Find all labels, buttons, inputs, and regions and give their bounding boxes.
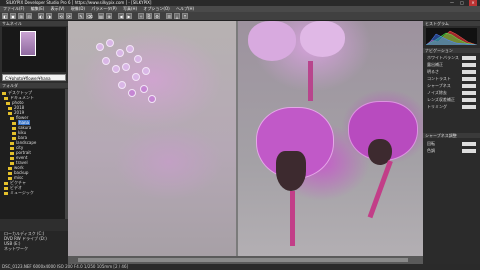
toolbar-button-18[interactable]: ☰: [166, 13, 172, 19]
menu-option[interactable]: オプション(O): [143, 6, 169, 11]
right-panel: ヒストグラム ナビゲーション ホワイトバランス 露出補正 明るさ コントラスト …: [423, 21, 480, 264]
left-panel: サムネイル C:¥photo¥flower¥hana フォルダ デスクトップ ド…: [0, 21, 68, 264]
param-value[interactable]: [462, 149, 476, 153]
flower-stem: [367, 160, 393, 219]
flower-bud: [102, 57, 110, 65]
flower-bud: [112, 65, 120, 73]
toolbar-button-9[interactable]: ✎: [78, 13, 84, 19]
histogram: [425, 28, 478, 46]
scroll-thumb[interactable]: [78, 258, 408, 262]
flower-bud: [148, 95, 156, 103]
tree-item[interactable]: ミュージック: [0, 190, 68, 195]
toolbar: ◧ ▣ ⊞ ⊟ ◐ ◑ ⟲ ⟳ ✎ ⌫ ▤ ⊕ ◀ ▶ ✧ ⎘ ⚙ ☰ ⤓ ⤒: [0, 12, 480, 21]
flower-petal: [300, 21, 345, 57]
param-row[interactable]: 回転: [425, 141, 478, 147]
toolbar-button-4[interactable]: ⊟: [26, 13, 32, 19]
previous-button[interactable]: ◀: [118, 13, 124, 19]
next-button[interactable]: ▶: [126, 13, 132, 19]
param-value[interactable]: [462, 91, 476, 95]
param-value[interactable]: [462, 70, 476, 74]
flower-bud: [122, 63, 130, 71]
toolbar-button-20[interactable]: ⤒: [182, 13, 188, 19]
status-bar: DSC_0123.NEF 6000x4000 ISO 200 F4.0 1/25…: [0, 264, 480, 270]
param-value[interactable]: [462, 142, 476, 146]
flower-bud: [132, 73, 140, 81]
section-header[interactable]: ナビゲーション: [423, 48, 480, 53]
folder-icon: [4, 191, 8, 195]
flower-stem: [308, 61, 313, 101]
drive-item[interactable]: ネットワーク: [0, 246, 68, 251]
flower-bud: [96, 43, 104, 51]
flower-bud: [116, 49, 124, 57]
flower-stem: [290, 191, 295, 246]
toolbar-button-19[interactable]: ⤓: [174, 13, 180, 19]
app-window: SILKYPIX Developer Studio Pro 6 [ https:…: [0, 0, 480, 270]
menu-file[interactable]: ファイル(F): [3, 6, 24, 11]
thumbnail-header: サムネイル: [0, 21, 68, 26]
flower-bud: [106, 39, 114, 47]
flower-bud: [134, 55, 142, 63]
param-row[interactable]: 色調: [425, 148, 478, 154]
toolbar-button-2[interactable]: ▣: [10, 13, 16, 19]
param-value[interactable]: [462, 56, 476, 60]
toolbar-button-5[interactable]: ◐: [38, 13, 44, 19]
param-row[interactable]: シャープネス: [425, 83, 478, 89]
param-row[interactable]: ホワイトバランス: [425, 55, 478, 61]
param-row[interactable]: トリミング: [425, 104, 478, 110]
thumbnail-area: [2, 27, 66, 72]
menu-view[interactable]: 表示(V): [51, 6, 65, 11]
toolbar-button-1[interactable]: ◧: [2, 13, 8, 19]
param-row[interactable]: 露出補正: [425, 62, 478, 68]
folder-tree: デスクトップ ドキュメント photo 2018 2019 flower han…: [0, 89, 68, 219]
toolbar-button-6[interactable]: ◑: [46, 13, 52, 19]
param-row[interactable]: 明るさ: [425, 69, 478, 75]
flower-bud: [126, 45, 134, 53]
param-value[interactable]: [462, 84, 476, 88]
photo-left[interactable]: [68, 21, 236, 256]
flower-bud: [118, 81, 126, 89]
toolbar-button-3[interactable]: ⊞: [18, 13, 24, 19]
thumbnail-image[interactable]: [20, 31, 36, 56]
param-row[interactable]: ノイズ除去: [425, 90, 478, 96]
preview-area: [68, 21, 423, 264]
toolbar-button-16[interactable]: ⎘: [146, 13, 152, 19]
param-row[interactable]: コントラスト: [425, 76, 478, 82]
rotate-right-button[interactable]: ⟳: [66, 13, 72, 19]
param-value[interactable]: [462, 63, 476, 67]
flower-bud: [140, 85, 148, 93]
menu-develop[interactable]: 現像(D): [71, 6, 85, 11]
settings-button[interactable]: ⚙: [154, 13, 160, 19]
toolbar-button-12[interactable]: ⊕: [106, 13, 112, 19]
flower-anthers: [276, 151, 306, 191]
menu-parameter[interactable]: パラメータ(P): [91, 6, 116, 11]
toolbar-button-10[interactable]: ⌫: [86, 13, 93, 19]
flower-bud: [142, 67, 150, 75]
menu-photo[interactable]: 写真(H): [123, 6, 137, 11]
rotate-left-button[interactable]: ⟲: [58, 13, 64, 19]
flower-bud: [128, 89, 136, 97]
menu-help[interactable]: ヘルプ(H): [176, 6, 194, 11]
section-header[interactable]: シャープネス調整: [423, 133, 480, 138]
histogram-graph: [425, 30, 478, 46]
drive-list: ローカルディスク (C:) DVD RW ドライブ (D:) USB (E:) …: [0, 231, 68, 264]
param-row[interactable]: レンズ収差補正: [425, 97, 478, 103]
param-value[interactable]: [462, 105, 476, 109]
path-input[interactable]: C:¥photo¥flower¥hana: [2, 74, 66, 81]
horizontal-scrollbar[interactable]: [68, 256, 423, 264]
window-title: SILKYPIX Developer Studio Pro 6 [ https:…: [6, 0, 152, 5]
toolbar-button-15[interactable]: ✧: [138, 13, 144, 19]
folder-tree-header: フォルダ: [0, 83, 68, 88]
menu-edit[interactable]: 編集(E): [31, 6, 45, 11]
flower-petal: [248, 21, 296, 61]
param-value[interactable]: [462, 77, 476, 81]
histogram-header: ヒストグラム: [423, 21, 480, 26]
photo-right[interactable]: [238, 21, 423, 256]
param-value[interactable]: [462, 98, 476, 102]
toolbar-button-11[interactable]: ▤: [98, 13, 104, 19]
